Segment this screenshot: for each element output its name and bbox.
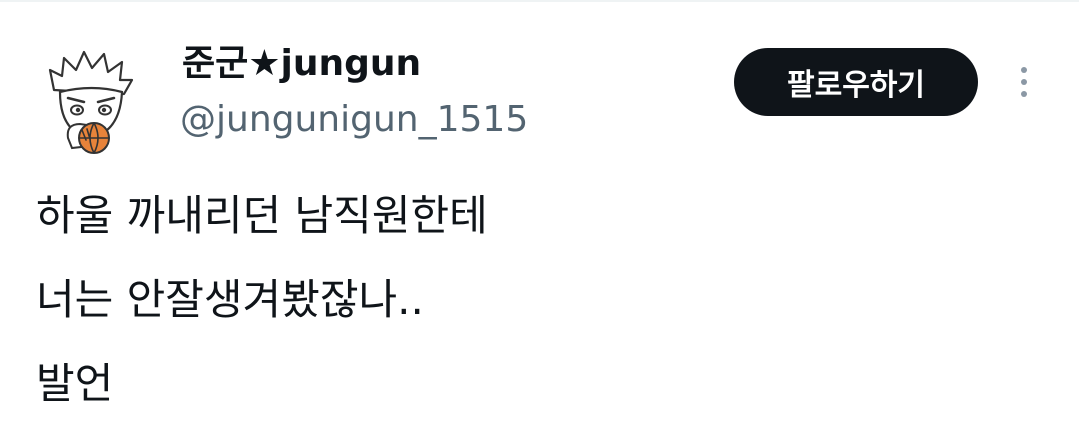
avatar[interactable]: [32, 40, 148, 156]
follow-button[interactable]: 팔로우하기: [734, 48, 978, 116]
tweet-text-line: 너는 안잘생겨봤잖나..: [36, 275, 424, 324]
more-options-button[interactable]: [1006, 62, 1042, 102]
more-vertical-icon: [1021, 67, 1027, 73]
user-handle[interactable]: @jungunigun_1515: [180, 96, 528, 144]
tweet-text-line: 발언: [36, 359, 114, 408]
display-name[interactable]: 준군★jungun: [182, 40, 421, 88]
tweet-text-line: 하울 까내리던 남직원한테: [36, 191, 488, 240]
anime-character-avatar-icon: [48, 50, 134, 154]
more-vertical-icon: [1021, 79, 1027, 85]
more-vertical-icon: [1021, 91, 1027, 97]
top-divider: [0, 0, 1079, 2]
